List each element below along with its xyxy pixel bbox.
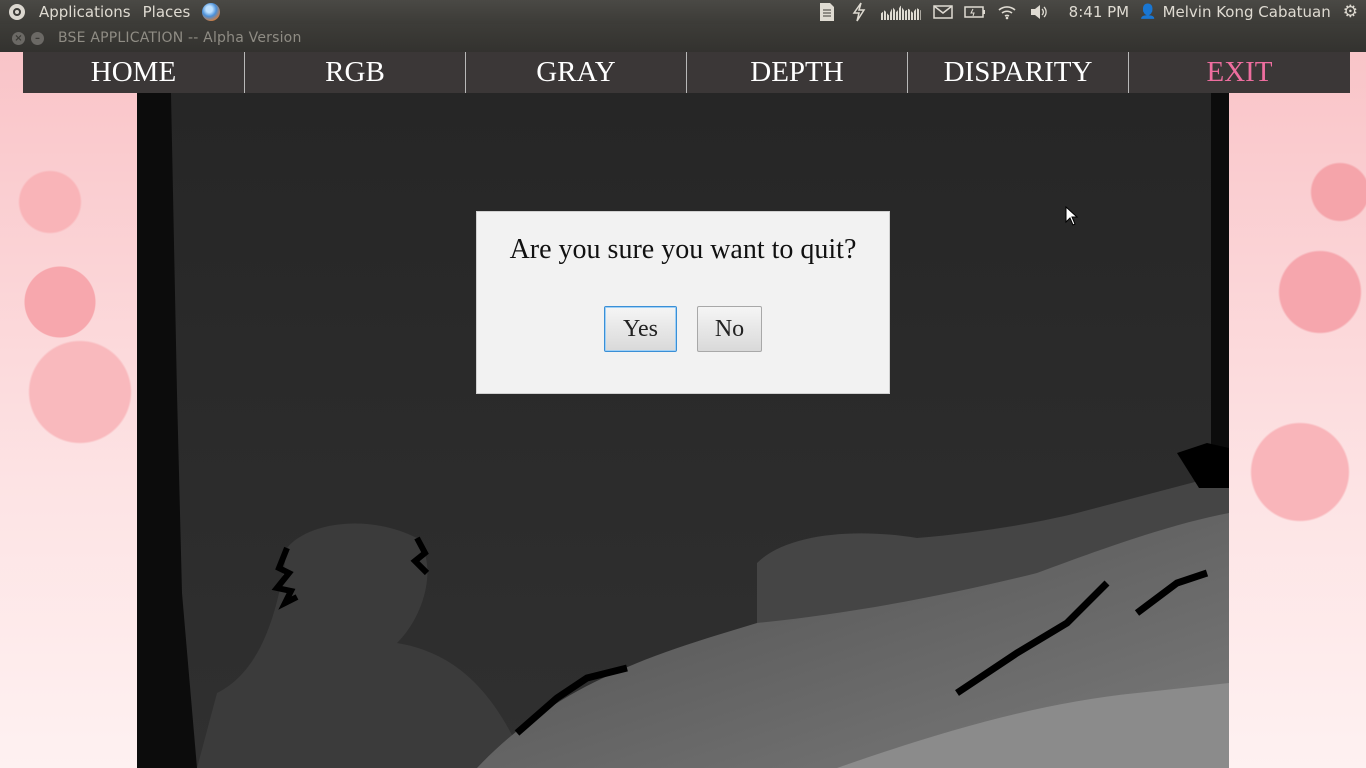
nav-exit[interactable]: EXIT (1128, 52, 1350, 93)
nav-rgb[interactable]: RGB (244, 52, 465, 93)
ubuntu-logo-icon[interactable] (9, 4, 25, 20)
gear-icon[interactable]: ⚙ (1343, 2, 1358, 22)
nav-depth[interactable]: DEPTH (686, 52, 907, 93)
nav-disparity[interactable]: DISPARITY (907, 52, 1128, 93)
nav-home[interactable]: HOME (23, 52, 244, 93)
quit-dialog: Are you sure you want to quit? Yes No (477, 212, 889, 393)
mouse-cursor-icon (1065, 205, 1079, 230)
volume-icon[interactable] (1028, 2, 1050, 22)
document-icon[interactable] (816, 2, 838, 22)
no-button[interactable]: No (697, 306, 762, 352)
yes-button[interactable]: Yes (604, 306, 677, 352)
window-title: BSE APPLICATION -- Alpha Version (58, 30, 302, 46)
power-icon[interactable] (848, 2, 870, 22)
top-panel-left: Applications Places (0, 0, 221, 24)
places-menu[interactable]: Places (137, 3, 197, 21)
top-panel-right: 8:41 PM 👤 Melvin Kong Cabatuan ⚙ (811, 0, 1366, 24)
minimize-icon[interactable]: – (31, 31, 44, 45)
user-name: Melvin Kong Cabatuan (1162, 3, 1331, 21)
window-title-bar: × – BSE APPLICATION -- Alpha Version (0, 24, 1366, 52)
top-panel: Applications Places 8:41 PM 👤 Melvin Kon… (0, 0, 1366, 24)
browser-icon[interactable] (202, 3, 221, 21)
clock[interactable]: 8:41 PM (1069, 3, 1129, 21)
main-nav: HOME RGB GRAY DEPTH DISPARITY EXIT (23, 52, 1350, 93)
nav-gray[interactable]: GRAY (465, 52, 686, 93)
mail-icon[interactable] (932, 2, 954, 22)
battery-icon[interactable] (963, 2, 986, 22)
system-monitor-icon[interactable] (880, 5, 921, 20)
user-menu[interactable]: 👤 Melvin Kong Cabatuan (1139, 3, 1331, 21)
dialog-message: Are you sure you want to quit? (509, 234, 857, 265)
depth-image (137, 93, 1229, 768)
user-icon: 👤 (1139, 4, 1157, 20)
close-icon[interactable]: × (12, 31, 25, 45)
applications-menu[interactable]: Applications (33, 3, 137, 21)
wifi-icon[interactable] (996, 2, 1018, 22)
